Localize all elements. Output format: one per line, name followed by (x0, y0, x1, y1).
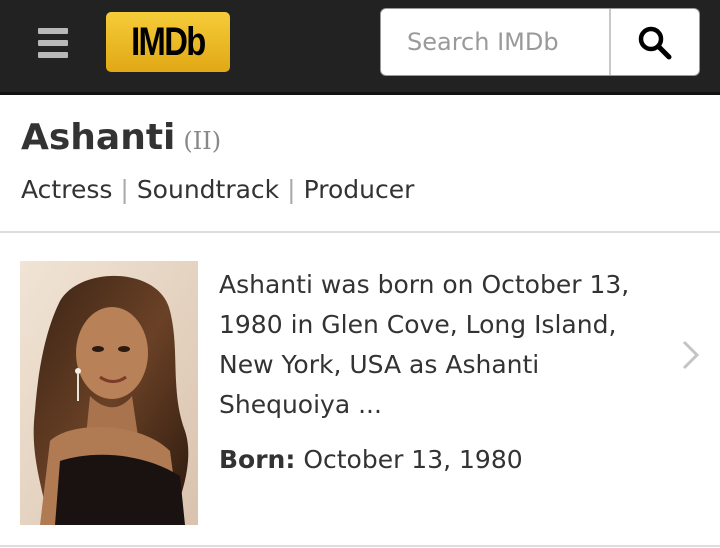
person-name: Ashanti (21, 117, 176, 158)
role-producer: Producer (303, 175, 415, 204)
top-bar: IMDb (0, 0, 720, 95)
search-button[interactable] (611, 9, 699, 75)
role-separator: | (287, 175, 296, 204)
role-separator: | (120, 175, 129, 204)
bio-summary: Ashanti was born on October 13, 1980 in … (219, 270, 630, 419)
bio-card[interactable]: Ashanti was born on October 13, 1980 in … (0, 233, 720, 547)
hamburger-menu-icon[interactable] (38, 28, 70, 60)
born-label: Born: (219, 445, 296, 474)
roles-list: Actress | Soundtrack | Producer (21, 175, 414, 204)
search-icon (638, 26, 672, 60)
born-line: Born: October 13, 1980 (219, 445, 523, 474)
born-date: October 13, 1980 (303, 445, 523, 474)
name-suffix: (II) (183, 127, 222, 155)
search-box (380, 8, 700, 76)
search-input[interactable] (383, 11, 607, 73)
role-soundtrack: Soundtrack (136, 175, 280, 204)
chevron-right-icon[interactable] (680, 338, 702, 372)
person-header: Ashanti (II) Actress | Soundtrack | Producer (0, 95, 720, 233)
page-title: Ashanti (II) (21, 117, 221, 158)
imdb-logo[interactable]: IMDb (106, 12, 230, 72)
logo-text: IMDb (131, 19, 206, 64)
person-photo[interactable] (20, 261, 198, 525)
role-actress: Actress (21, 175, 113, 204)
